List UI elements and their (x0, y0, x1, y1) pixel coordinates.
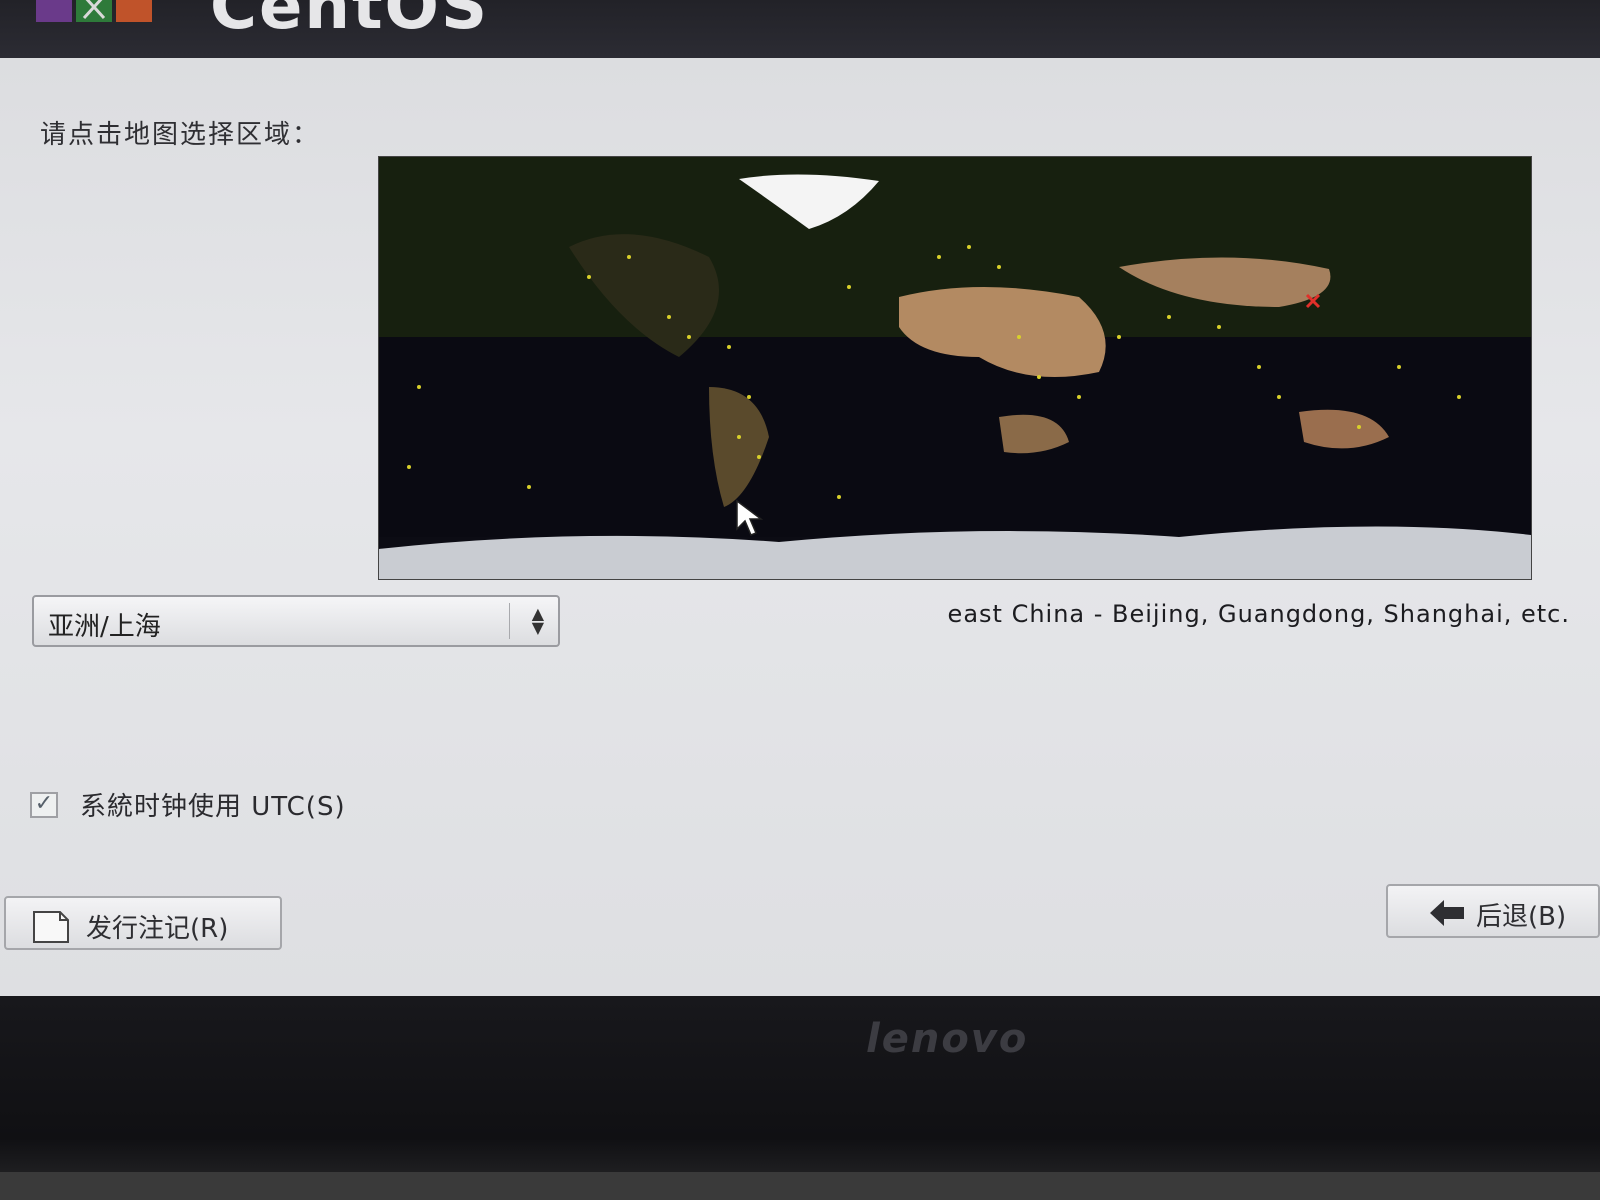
release-notes-label: 发行注记(R) (86, 914, 229, 944)
map-prompt-label: 请点击地图选择区域： (40, 120, 321, 150)
dropdown-separator (509, 603, 510, 639)
back-button-label: 后退(B) (1476, 902, 1567, 932)
centos-logo-icon (36, 0, 152, 22)
utc-checkbox[interactable]: ✓ (30, 792, 58, 818)
world-map-graphic[interactable] (379, 157, 1531, 579)
back-button[interactable]: 后退(B) (1386, 884, 1600, 938)
bezel-edge (0, 1172, 1600, 1200)
back-arrow-icon (1430, 900, 1464, 926)
brand-wordmark: CentOS (210, 0, 490, 44)
updown-arrows-icon: ▲ ▼ (531, 604, 544, 637)
utc-checkbox-label[interactable]: 系統时钟使用 UTC(S) (80, 786, 346, 823)
top-header-bar: CentOS (0, 0, 1600, 62)
lenovo-logo: lenovo (866, 1016, 1029, 1062)
laptop-bezel: lenovo (0, 996, 1600, 1200)
timezone-world-map[interactable] (378, 156, 1532, 580)
installer-screen: 请点击地图选择区域： 亚洲/上海 ▲ ▼ east China - Beijin… (0, 58, 1600, 998)
timezone-dropdown-value: 亚洲/上海 (48, 612, 161, 642)
release-notes-button[interactable]: 发行注记(R) (4, 896, 282, 950)
timezone-dropdown[interactable]: 亚洲/上海 ▲ ▼ (32, 595, 560, 647)
document-icon (33, 911, 69, 943)
timezone-description: east China - Beijing, Guangdong, Shangha… (947, 600, 1570, 628)
